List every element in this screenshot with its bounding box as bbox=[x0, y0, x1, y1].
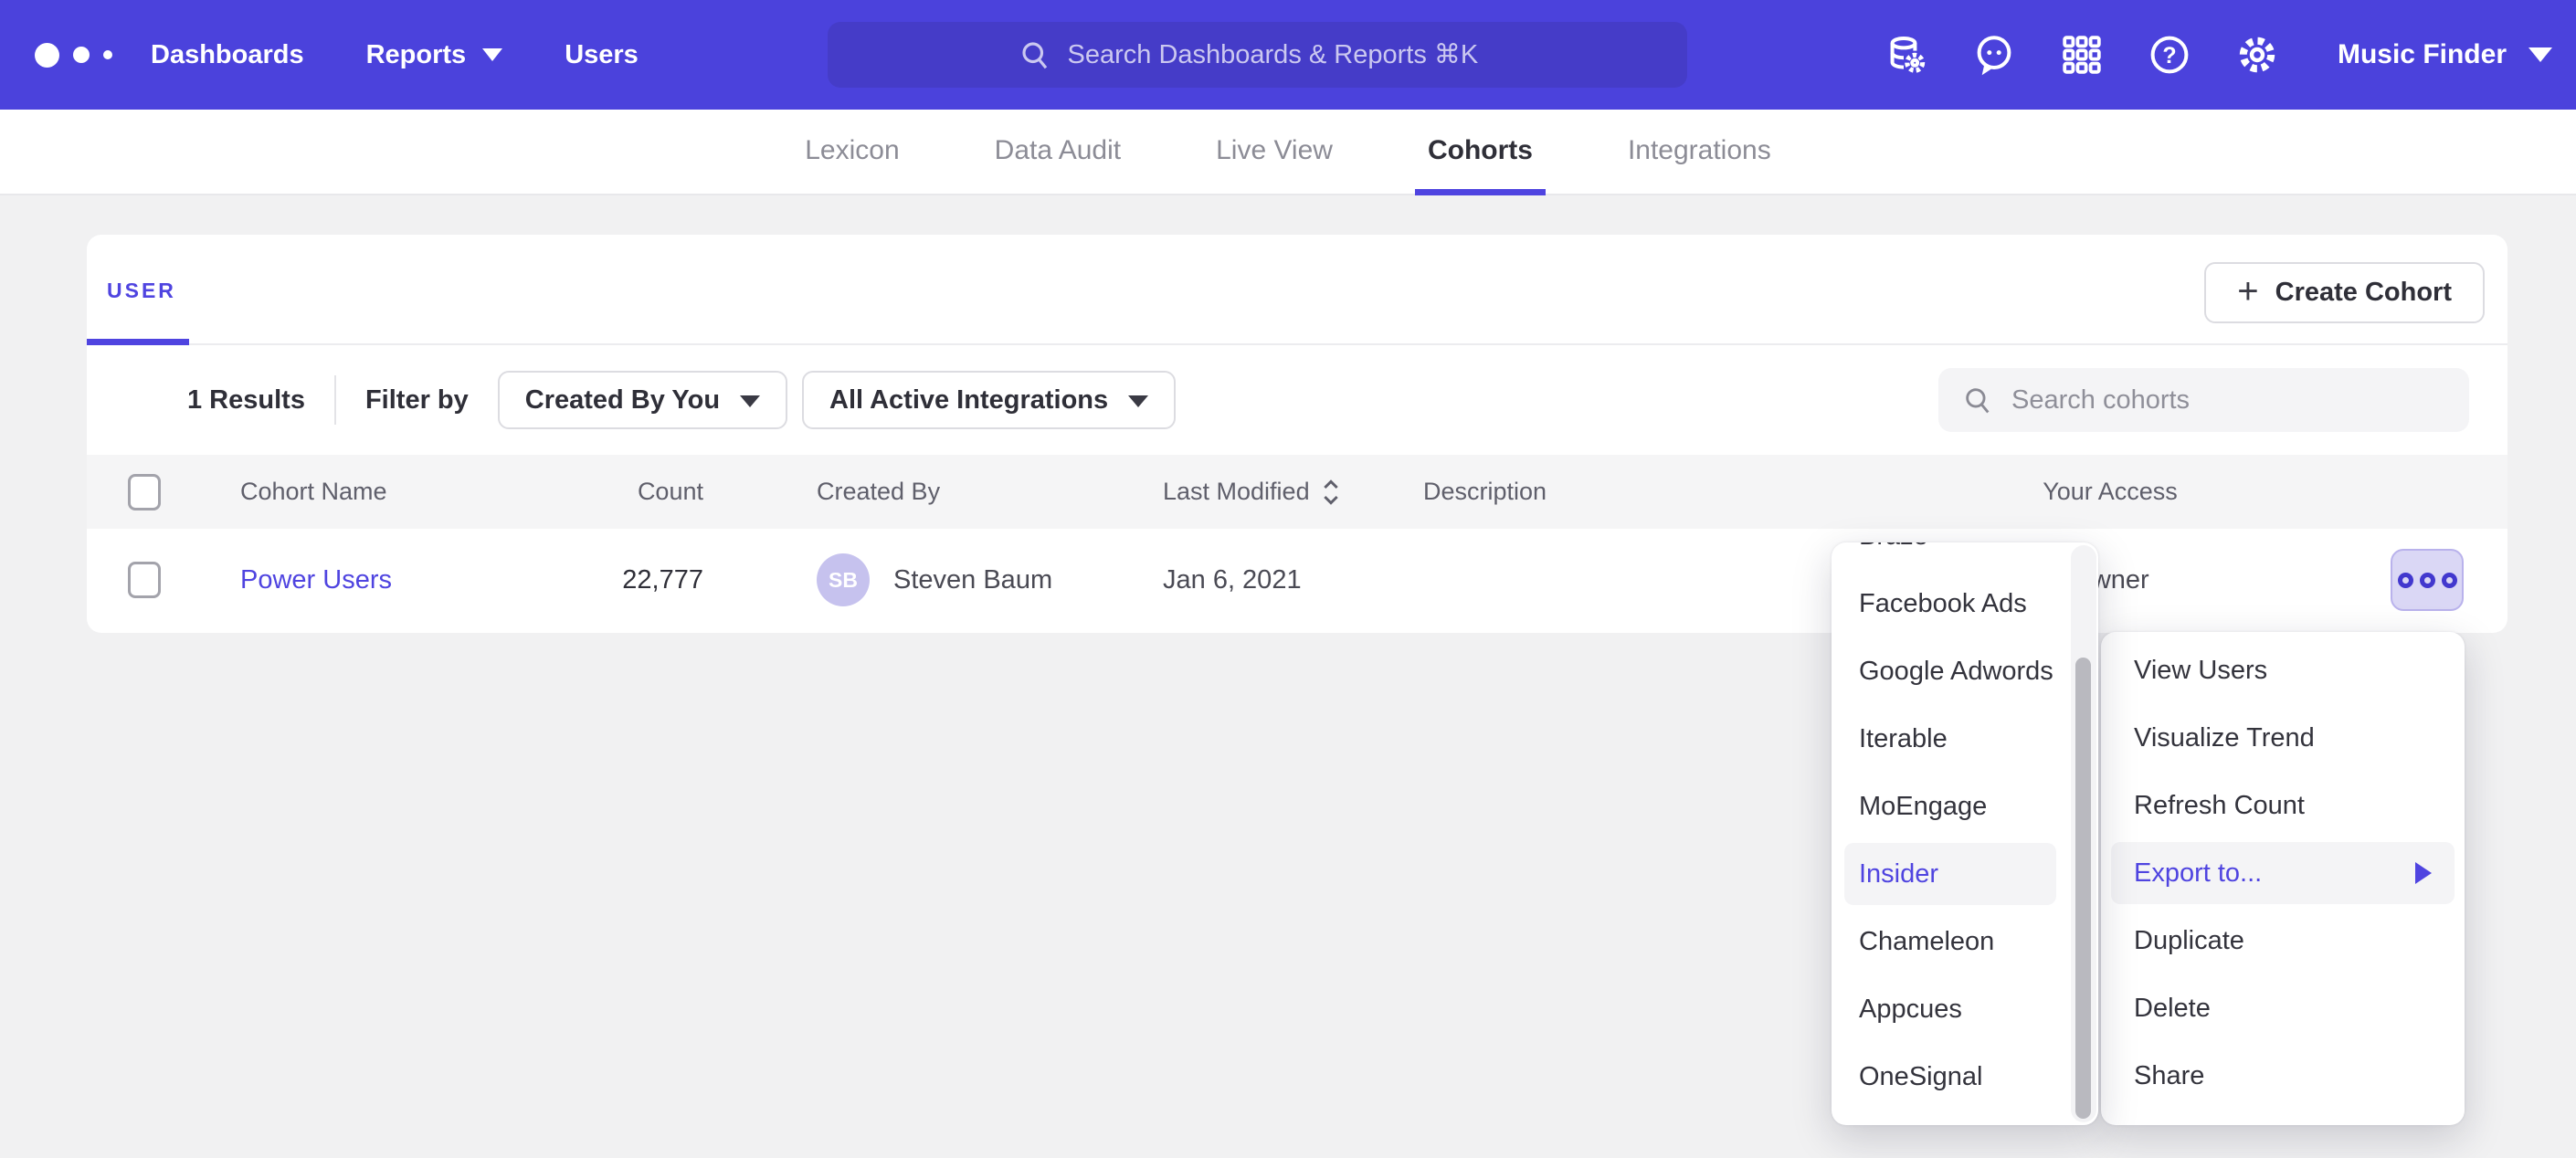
chevron-down-icon bbox=[1128, 395, 1148, 407]
submenu-item-facebook-ads[interactable]: Facebook Ads bbox=[1832, 570, 2098, 637]
header-last-modified[interactable]: Last Modified bbox=[1163, 478, 1423, 506]
active-tab-underline bbox=[87, 339, 189, 345]
menu-item-duplicate[interactable]: Duplicate bbox=[2101, 907, 2465, 974]
create-cohort-button[interactable]: + Create Cohort bbox=[2204, 262, 2485, 323]
global-search-bar[interactable] bbox=[828, 22, 1687, 88]
menu-item-view-users[interactable]: View Users bbox=[2101, 637, 2465, 704]
header-cohort-name[interactable]: Cohort Name bbox=[240, 478, 585, 506]
menu-item-export-to[interactable]: Export to... bbox=[2101, 839, 2465, 907]
logo-dot-small bbox=[103, 50, 112, 59]
menu-item-refresh-count[interactable]: Refresh Count bbox=[2101, 772, 2465, 839]
nav-link-reports[interactable]: Reports bbox=[366, 40, 503, 70]
global-search-input[interactable] bbox=[1068, 40, 1497, 70]
svg-text:?: ? bbox=[2162, 43, 2176, 68]
tab-data-audit[interactable]: Data Audit bbox=[982, 110, 1134, 194]
settings-gear-icon[interactable] bbox=[2235, 33, 2279, 77]
submenu-item-onesignal[interactable]: OneSignal bbox=[1832, 1043, 2098, 1111]
top-navigation-bar: Dashboards Reports Users bbox=[0, 0, 2576, 110]
help-icon[interactable]: ? bbox=[2148, 33, 2191, 77]
submenu-item-chameleon[interactable]: Chameleon bbox=[1832, 908, 2098, 975]
row-checkbox[interactable] bbox=[128, 562, 161, 598]
submenu-item-moengage[interactable]: MoEngage bbox=[1832, 773, 2098, 840]
integrations-filter-dropdown[interactable]: All Active Integrations bbox=[802, 371, 1176, 429]
menu-item-visualize-trend[interactable]: Visualize Trend bbox=[2101, 704, 2465, 772]
cohort-name-link[interactable]: Power Users bbox=[240, 565, 392, 595]
avatar: SB bbox=[817, 553, 870, 606]
header-count[interactable]: Count bbox=[585, 478, 703, 506]
select-all-checkbox[interactable] bbox=[128, 474, 161, 511]
chevron-down-icon bbox=[2528, 47, 2552, 62]
ellipsis-ring-icon bbox=[2398, 573, 2413, 588]
sort-icon[interactable] bbox=[1321, 479, 1341, 506]
logo-dot-large bbox=[35, 43, 59, 68]
data-management-tabs: Lexicon Data Audit Live View Cohorts Int… bbox=[0, 110, 2576, 195]
tab-integrations[interactable]: Integrations bbox=[1615, 110, 1784, 194]
logo-dot-medium bbox=[73, 47, 90, 63]
tab-cohorts[interactable]: Cohorts bbox=[1415, 110, 1546, 194]
apps-grid-icon[interactable] bbox=[2060, 33, 2104, 77]
results-count: 1 Results bbox=[187, 385, 305, 416]
menu-item-share[interactable]: Share bbox=[2101, 1042, 2465, 1110]
cohort-search-input[interactable] bbox=[2011, 385, 2445, 416]
project-name: Music Finder bbox=[2338, 39, 2507, 70]
submenu-arrow-icon bbox=[2415, 862, 2432, 884]
data-settings-icon[interactable] bbox=[1884, 33, 1928, 77]
search-icon bbox=[1019, 38, 1051, 71]
header-created-by[interactable]: Created By bbox=[817, 478, 1163, 506]
last-modified-date: Jan 6, 2021 bbox=[1163, 565, 1423, 595]
chevron-down-icon bbox=[482, 48, 502, 61]
created-by-name: Steven Baum bbox=[893, 565, 1052, 595]
chevron-down-icon bbox=[740, 395, 760, 407]
menu-item-delete[interactable]: Delete bbox=[2101, 974, 2465, 1042]
created-by-filter-dropdown[interactable]: Created By You bbox=[498, 371, 787, 429]
topnav-right-controls: ? Music Finder bbox=[1884, 0, 2576, 110]
table-row: Power Users 22,777 SB Steven Baum Jan 6,… bbox=[87, 529, 2507, 631]
cohort-search-bar[interactable] bbox=[1938, 368, 2469, 432]
feedback-icon[interactable] bbox=[1972, 33, 2016, 77]
divider bbox=[334, 375, 336, 425]
tab-live-view[interactable]: Live View bbox=[1203, 110, 1346, 194]
ellipsis-ring-icon bbox=[2420, 573, 2435, 588]
row-actions-button[interactable] bbox=[2391, 549, 2464, 611]
table-header-row: Cohort Name Count Created By Last Modifi… bbox=[87, 455, 2507, 529]
export-destinations-submenu: Braze Facebook Ads Google Adwords Iterab… bbox=[1832, 542, 2098, 1125]
cohorts-card: USER + Create Cohort 1 Results Filter by… bbox=[87, 235, 2507, 633]
cohort-type-tabstrip: USER + Create Cohort bbox=[87, 235, 2507, 345]
project-switcher[interactable]: Music Finder bbox=[2338, 39, 2552, 70]
ellipsis-ring-icon bbox=[2442, 573, 2457, 588]
mixpanel-logo-icon[interactable] bbox=[35, 43, 112, 68]
header-description[interactable]: Description bbox=[1423, 478, 1937, 506]
submenu-item-braze[interactable]: Braze bbox=[1832, 542, 2098, 570]
cohort-count: 22,777 bbox=[585, 565, 703, 595]
nav-link-dashboards[interactable]: Dashboards bbox=[151, 40, 304, 70]
submenu-item-insider[interactable]: Insider bbox=[1832, 840, 2098, 908]
header-your-access[interactable]: Your Access bbox=[1937, 478, 2284, 506]
submenu-item-iterable[interactable]: Iterable bbox=[1832, 705, 2098, 773]
search-icon bbox=[1962, 384, 1993, 416]
filter-bar: 1 Results Filter by Created By You All A… bbox=[87, 345, 2507, 455]
submenu-item-appcues[interactable]: Appcues bbox=[1832, 975, 2098, 1043]
primary-nav-links: Dashboards Reports Users bbox=[151, 40, 701, 70]
tab-lexicon[interactable]: Lexicon bbox=[792, 110, 912, 194]
plus-icon: + bbox=[2237, 273, 2258, 310]
submenu-item-google-adwords[interactable]: Google Adwords bbox=[1832, 637, 2098, 705]
filter-by-label: Filter by bbox=[365, 385, 469, 416]
tab-user-cohorts[interactable]: USER bbox=[107, 279, 176, 303]
export-destinations-list: Braze Facebook Ads Google Adwords Iterab… bbox=[1832, 542, 2098, 1111]
cohort-actions-menu: View Users Visualize Trend Refresh Count… bbox=[2101, 632, 2465, 1125]
scrollbar-thumb[interactable] bbox=[2075, 658, 2091, 1119]
nav-link-users[interactable]: Users bbox=[565, 40, 639, 70]
